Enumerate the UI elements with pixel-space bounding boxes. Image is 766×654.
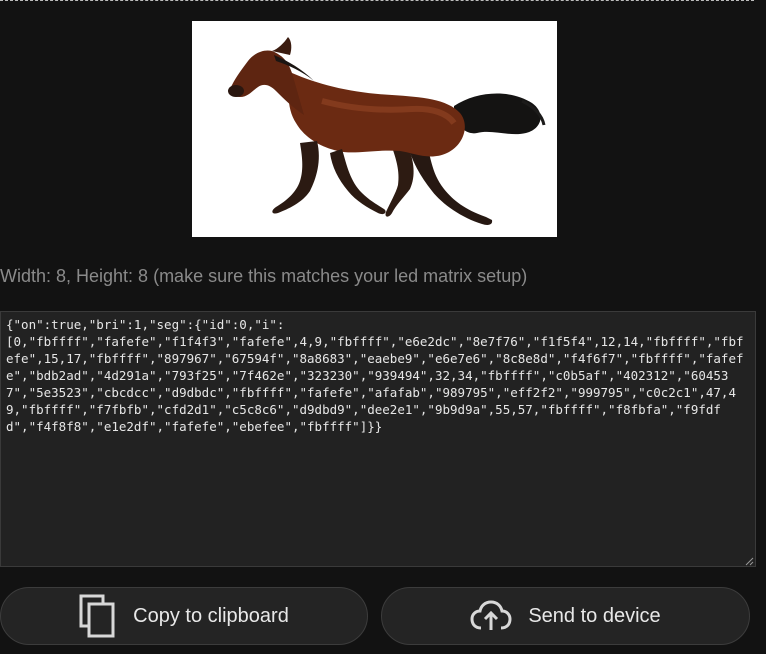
matrix-dimensions-text: Width: 8, Height: 8 (make sure this matc… (0, 266, 528, 286)
page: Width: 8, Height: 8 (make sure this matc… (0, 0, 766, 654)
top-divider (0, 0, 754, 1)
horse-image-preview (192, 21, 557, 237)
copy-to-clipboard-button[interactable]: Copy to clipboard (0, 587, 368, 645)
copy-button-label: Copy to clipboard (133, 604, 289, 627)
textarea-resize-handle[interactable] (744, 556, 754, 566)
copy-icon (79, 594, 117, 638)
send-to-device-button[interactable]: Send to device (381, 587, 750, 645)
horse-image (192, 21, 557, 237)
json-output-textarea[interactable]: {"on":true,"bri":1,"seg":{"id":0,"i": [0… (0, 311, 756, 567)
cloud-upload-icon (470, 600, 512, 632)
send-button-label: Send to device (528, 604, 661, 627)
